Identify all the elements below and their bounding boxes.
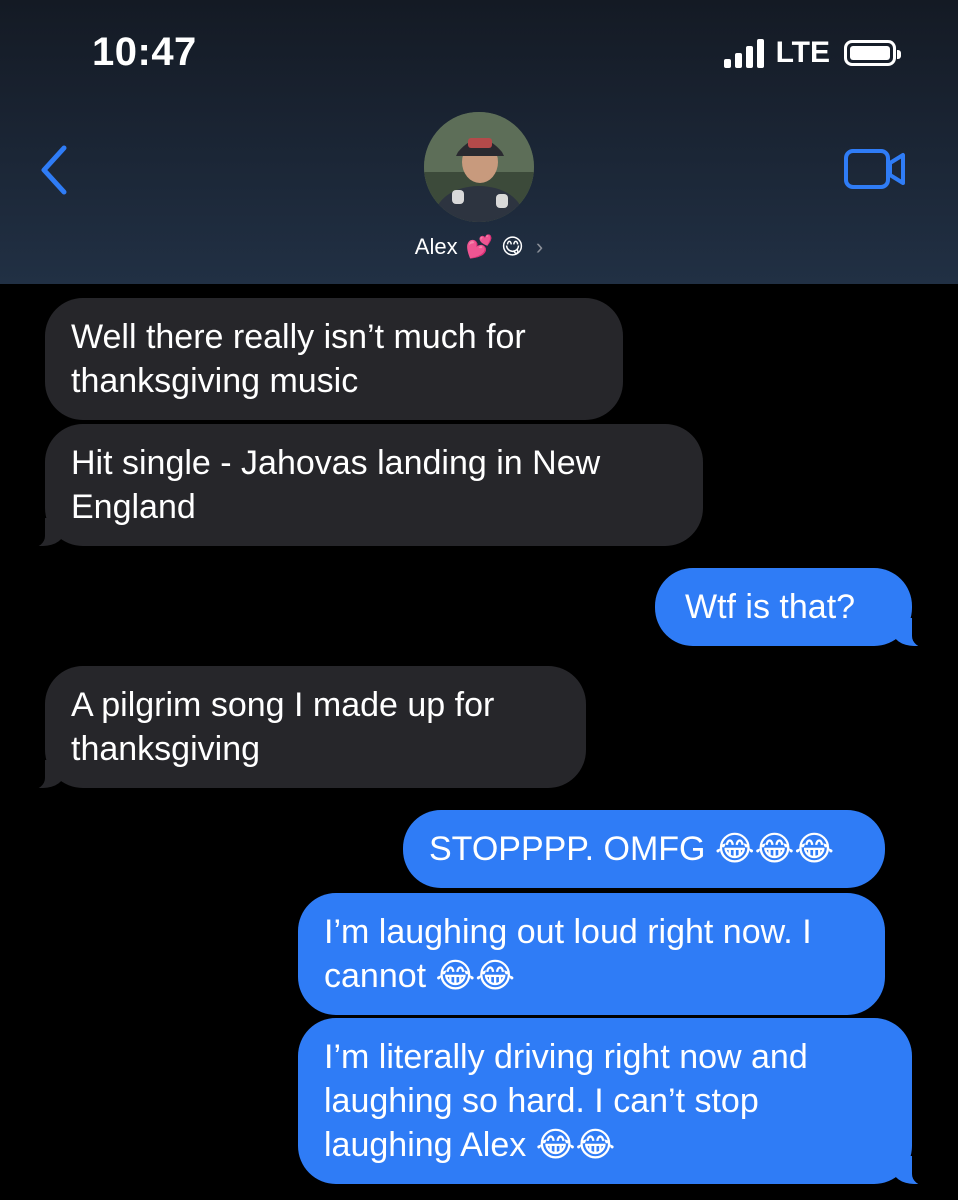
message-bubble-incoming[interactable]: Well there really isn’t much for thanksg… [45, 298, 623, 420]
message-text: STOPPPP. OMFG 😂😂😂 [429, 830, 835, 868]
facetime-button[interactable] [843, 148, 907, 190]
chevron-left-icon [41, 145, 67, 195]
network-label: LTE [775, 36, 830, 69]
message-bubble-outgoing[interactable]: I’m literally driving right now and laug… [298, 1018, 934, 1186]
video-camera-icon [844, 149, 905, 189]
message-text: I’m laughing out loud right now. I canno… [324, 913, 812, 995]
message-bubble-incoming[interactable]: Hit single - Jahovas landing in New Engl… [23, 424, 703, 548]
chevron-right-icon: › [535, 234, 544, 259]
contact-avatar[interactable] [424, 112, 534, 222]
signal-icon [723, 38, 764, 68]
contact-name-row[interactable]: Alex 💕 😋 › [0, 234, 958, 260]
message-bubble-outgoing[interactable]: Wtf is that? [655, 568, 934, 648]
avatar-photo [424, 112, 534, 222]
contact-emoji-yum: 😋 [500, 234, 524, 259]
battery-icon [844, 40, 901, 66]
message-bubble-incoming[interactable]: A pilgrim song I made up for thanksgivin… [23, 666, 586, 790]
message-text: Wtf is that? [685, 588, 856, 626]
contact-name: Alex [414, 234, 458, 259]
message-text: Well there really isn’t much for thanksg… [71, 318, 526, 400]
message-text: A pilgrim song I made up for thanksgivin… [71, 686, 495, 768]
message-bubble-outgoing[interactable]: I’m laughing out loud right now. I canno… [298, 893, 885, 1015]
contact-emoji-hearts: 💕 [465, 234, 493, 259]
message-text: I’m literally driving right now and laug… [324, 1038, 808, 1164]
back-button[interactable] [36, 142, 76, 198]
status-time: 10:47 [92, 30, 197, 74]
message-bubble-outgoing[interactable]: STOPPPP. OMFG 😂😂😂 [403, 810, 885, 888]
message-text: Hit single - Jahovas landing in New Engl… [71, 444, 601, 526]
conversation-header: 10:47 LTE Alex 💕 😋 › [0, 0, 958, 284]
status-indicators: LTE [723, 36, 901, 70]
